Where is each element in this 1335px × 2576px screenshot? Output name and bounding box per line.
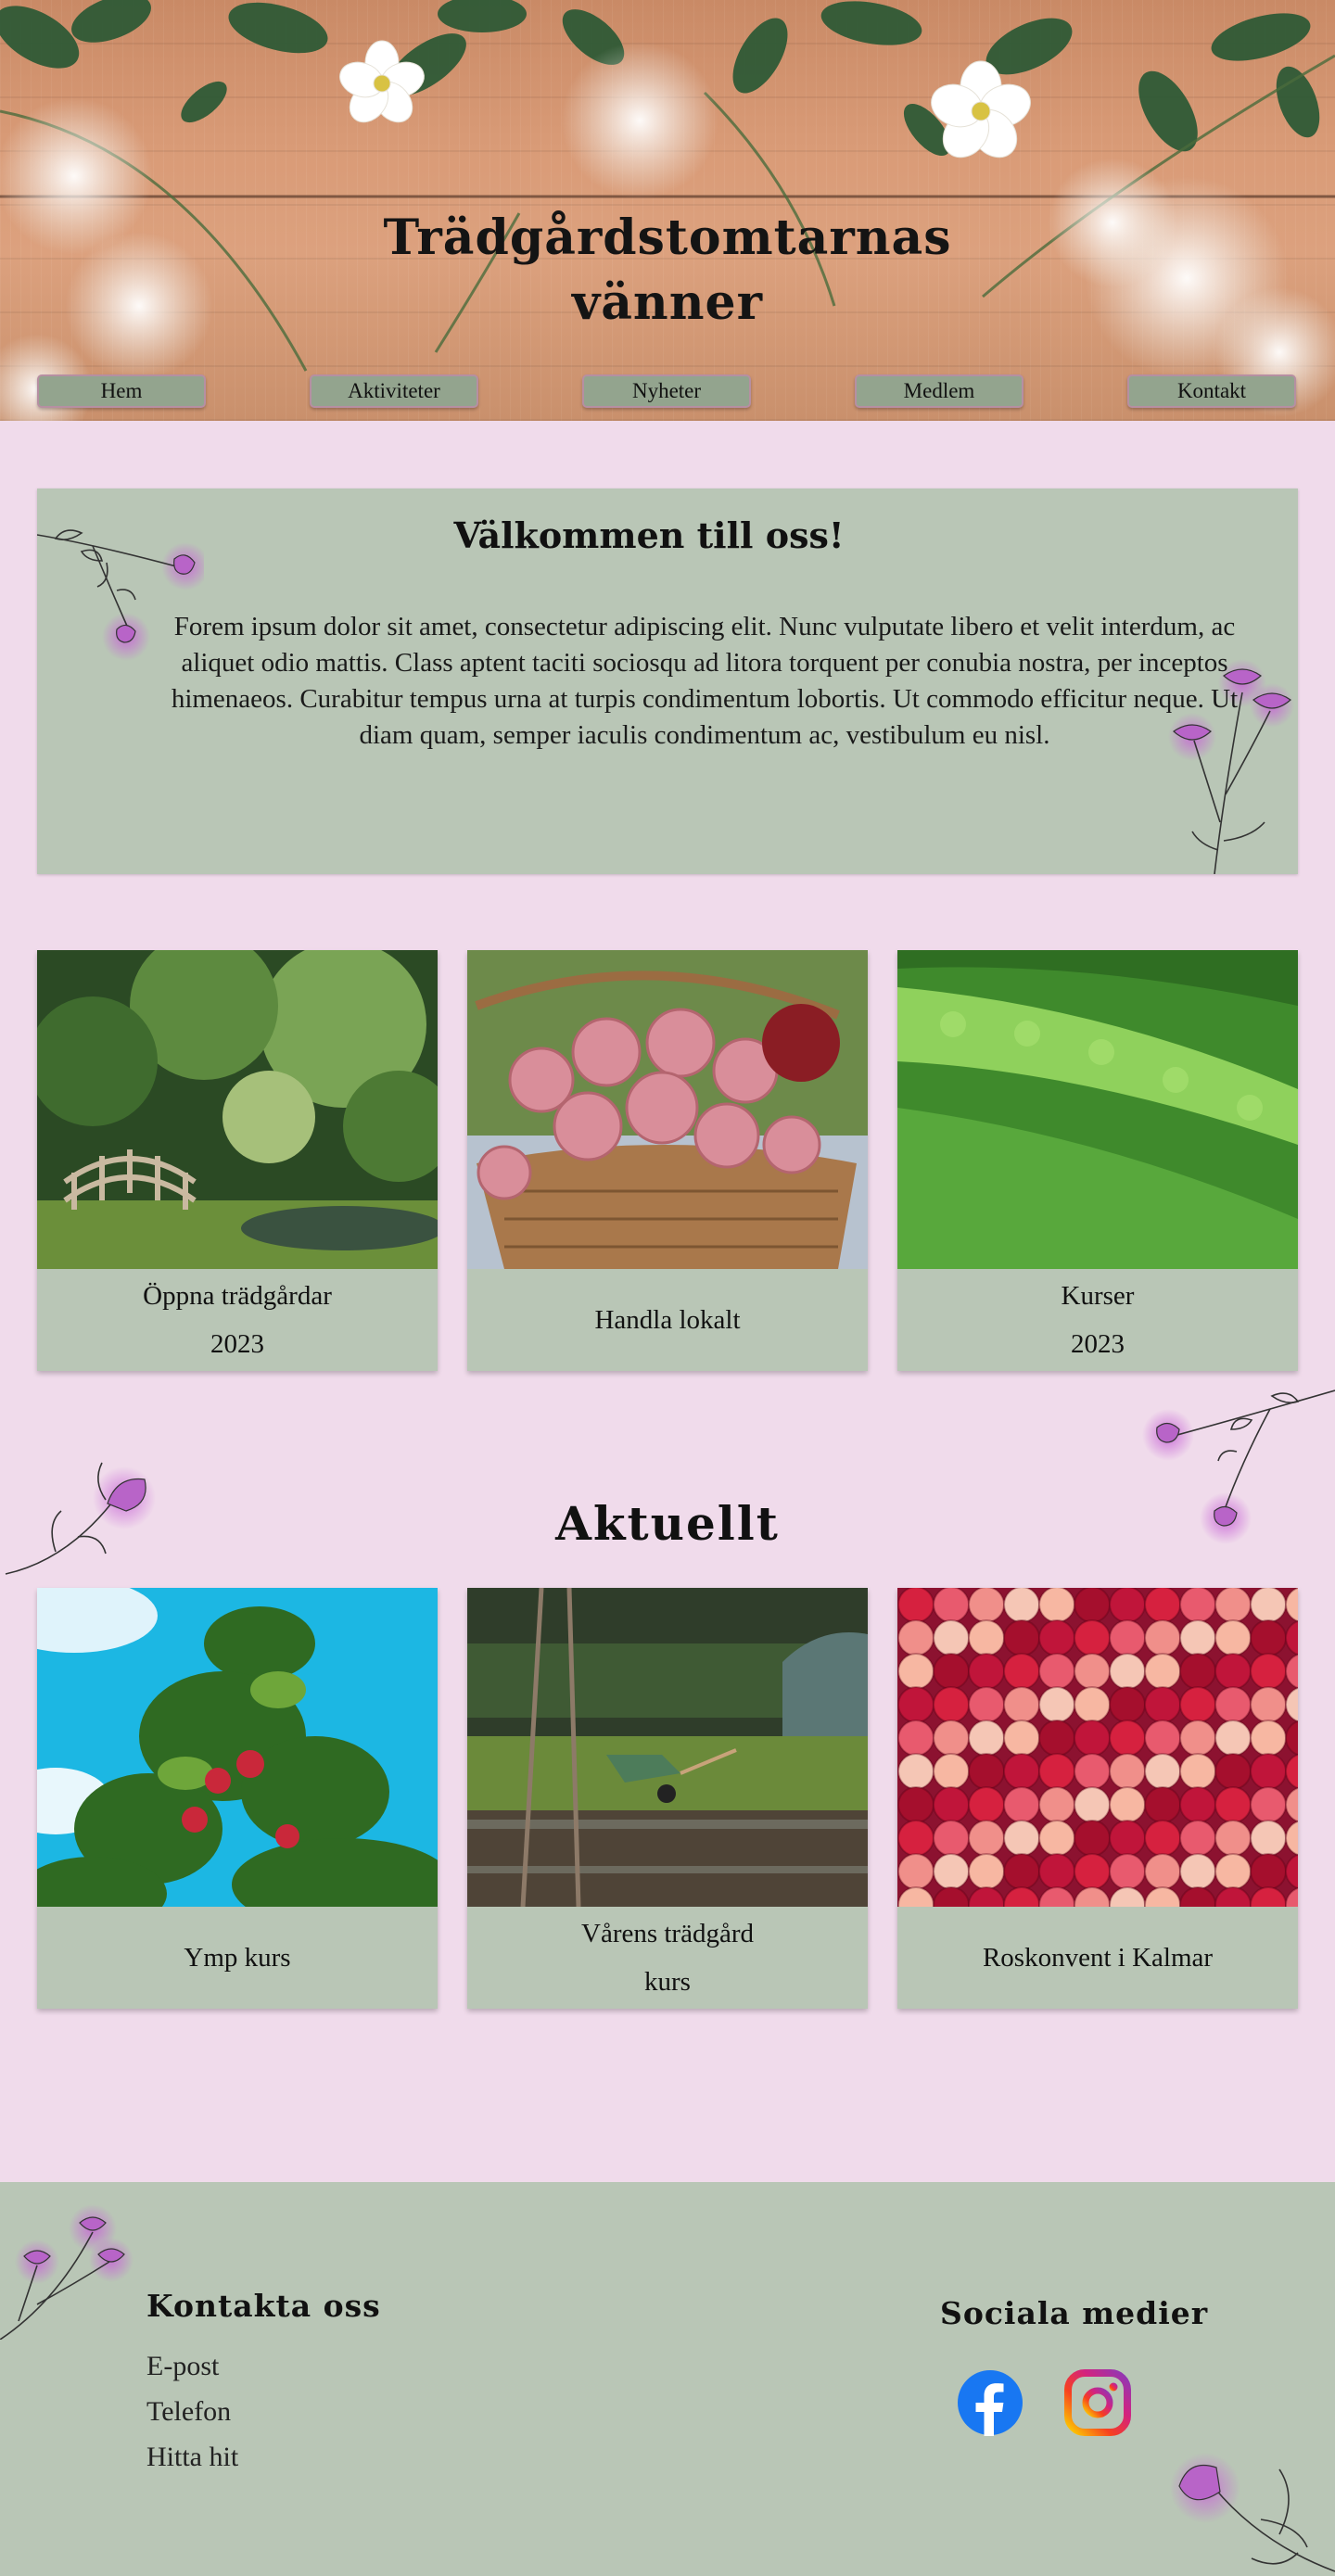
rose-basket-image	[467, 950, 868, 1269]
nav-activities-button[interactable]: Aktiviteter	[310, 374, 478, 408]
card-title: Kurser	[1061, 1281, 1135, 1311]
card-caption: Vårens trädgård kurs	[467, 1907, 868, 2009]
card-title: Öppna trädgårdar	[143, 1281, 332, 1311]
daisy-doodle-icon	[1170, 2453, 1335, 2572]
flower-doodle-icon	[0, 2204, 134, 2340]
welcome-panel: Välkommen till oss! Forem ipsum dolor si…	[37, 489, 1298, 874]
welcome-body-text: Forem ipsum dolor sit amet, consectetur …	[171, 612, 1239, 750]
apple-tree-image	[37, 1588, 438, 1907]
news-heading: Aktuellt	[555, 1496, 780, 1551]
card-open-gardens[interactable]: Öppna trädgårdar 2023	[37, 950, 438, 1371]
site-title-line2: vänner	[571, 274, 763, 331]
card-title: Roskonvent i Kalmar	[982, 1943, 1214, 1973]
card-title: Handla lokalt	[594, 1305, 741, 1335]
lettuce-field-image	[897, 950, 1298, 1269]
site-title-line1: Trädgårdstomtarnas	[383, 209, 952, 266]
card-caption: Handla lokalt	[467, 1269, 868, 1371]
site-footer: Kontakta oss E-post Telefon Hitta hit So…	[0, 2182, 1335, 2576]
news-card-spring-garden[interactable]: Vårens trädgård kurs	[467, 1588, 868, 2009]
card-subtitle: kurs	[644, 1967, 691, 1997]
spring-garden-image	[467, 1588, 868, 1907]
nav-home-button[interactable]: Hem	[37, 374, 206, 408]
rose-wall-image	[897, 1588, 1298, 1907]
social-heading: Sociala medier	[940, 2295, 1209, 2331]
card-subtitle: 2023	[1070, 1329, 1125, 1359]
nav-member-button[interactable]: Medlem	[855, 374, 1024, 408]
contact-heading: Kontakta oss	[146, 2288, 381, 2324]
card-shop-local[interactable]: Handla lokalt	[467, 950, 868, 1371]
email-link[interactable]: E-post	[146, 2351, 219, 2382]
site-title: Trädgårdstomtarnas vänner	[0, 206, 1335, 336]
card-caption: Kurser 2023	[897, 1269, 1298, 1371]
nav-contact-button[interactable]: Kontakt	[1127, 374, 1296, 408]
card-caption: Öppna trädgårdar 2023	[37, 1269, 438, 1371]
news-card-grafting[interactable]: Ymp kurs	[37, 1588, 438, 2009]
card-title: Vårens trädgård	[581, 1919, 754, 1948]
garden-bridge-image	[37, 950, 438, 1269]
phone-link[interactable]: Telefon	[146, 2396, 231, 2428]
facebook-icon[interactable]	[957, 2369, 1024, 2436]
card-caption: Roskonvent i Kalmar	[897, 1907, 1298, 2009]
card-courses[interactable]: Kurser 2023	[897, 950, 1298, 1371]
instagram-icon[interactable]	[1064, 2369, 1131, 2436]
card-title: Ymp kurs	[184, 1943, 291, 1973]
welcome-heading: Välkommen till oss!	[453, 514, 845, 556]
nav-news-button[interactable]: Nyheter	[582, 374, 751, 408]
main-nav: Hem Aktiviteter Nyheter Medlem Kontakt	[0, 374, 1335, 410]
news-card-rose-convention[interactable]: Roskonvent i Kalmar	[897, 1588, 1298, 2009]
directions-link[interactable]: Hitta hit	[146, 2442, 238, 2473]
card-subtitle: 2023	[210, 1329, 264, 1359]
card-caption: Ymp kurs	[37, 1907, 438, 2009]
hero-header: Trädgårdstomtarnas vänner Hem Aktivitete…	[0, 0, 1335, 421]
